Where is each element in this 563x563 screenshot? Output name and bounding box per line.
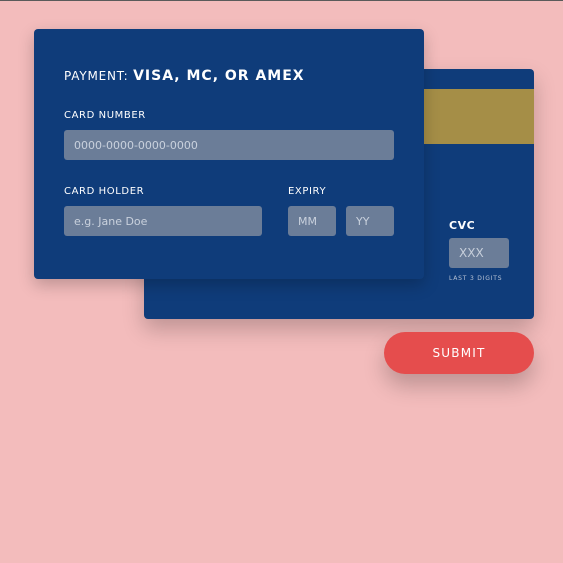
- payment-methods: VISA, MC, OR AMEX: [133, 68, 305, 84]
- card-number-label: CARD NUMBER: [64, 110, 146, 121]
- payment-label: PAYMENT:: [64, 69, 129, 83]
- card-holder-input[interactable]: [64, 206, 262, 236]
- expiry-label: EXPIRY: [288, 186, 327, 197]
- card-holder-label: CARD HOLDER: [64, 186, 145, 197]
- expiry-month-input[interactable]: [288, 206, 336, 236]
- expiry-year-input[interactable]: [346, 206, 394, 236]
- submit-button[interactable]: SUBMIT: [384, 332, 534, 374]
- payment-title: PAYMENT: VISA, MC, OR AMEX: [64, 68, 305, 84]
- cvc-label: CVC: [449, 219, 476, 232]
- cvc-input[interactable]: [449, 238, 509, 268]
- card-number-input[interactable]: [64, 130, 394, 160]
- cvc-hint: LAST 3 DIGITS: [449, 275, 503, 282]
- top-border-line: [0, 0, 563, 1]
- card-front: PAYMENT: VISA, MC, OR AMEX CARD NUMBER C…: [34, 29, 424, 279]
